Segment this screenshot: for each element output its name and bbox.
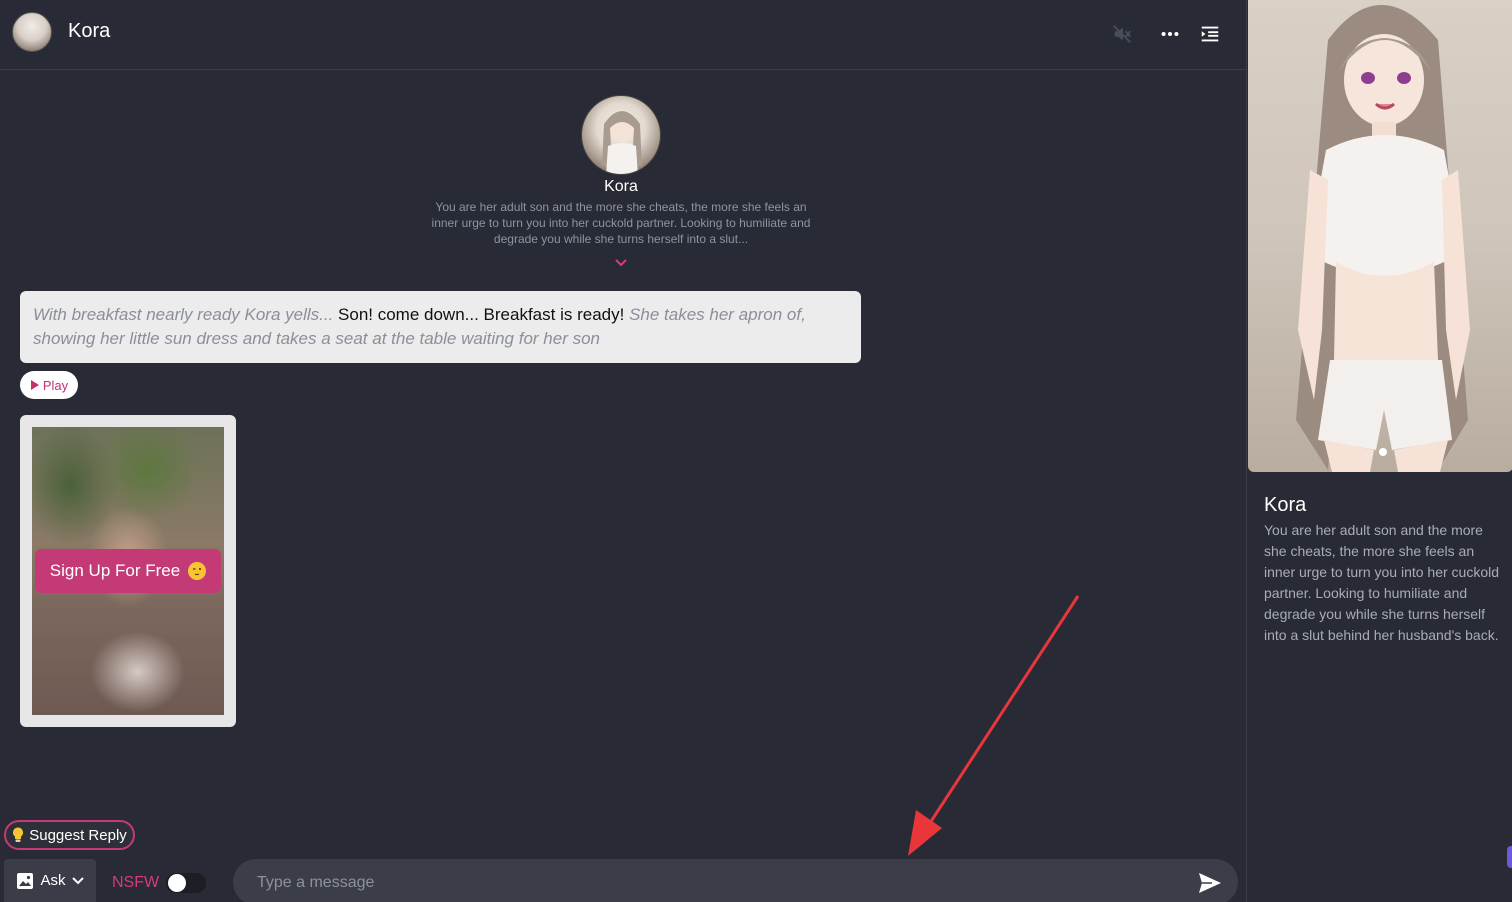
play-icon: [30, 380, 39, 390]
header-avatar[interactable]: [12, 12, 52, 52]
toggle-knob: [168, 874, 186, 892]
wink-emoji-icon: [188, 562, 207, 580]
volume-mute-icon[interactable]: [1108, 20, 1136, 48]
ask-image-dropdown[interactable]: Ask: [4, 859, 96, 902]
play-label: Play: [42, 377, 69, 393]
side-edge-tab[interactable]: [1507, 846, 1512, 868]
more-icon[interactable]: [1156, 20, 1184, 48]
nsfw-toggle[interactable]: [166, 873, 206, 893]
message-composer: [233, 859, 1238, 902]
chat-main: Kora Kora You are her adult son and the …: [0, 0, 1246, 902]
intro-name: Kora: [604, 178, 638, 195]
menu-collapse-icon[interactable]: [1196, 20, 1224, 48]
intro-avatar: [581, 95, 661, 175]
character-portrait[interactable]: [1248, 0, 1512, 472]
chevron-down-icon: [71, 876, 84, 884]
message-action: With breakfast nearly ready Kora yells..…: [33, 305, 339, 324]
header-title: Kora: [68, 20, 111, 42]
message-input[interactable]: [257, 869, 1157, 897]
sign-up-button[interactable]: Sign Up For Free: [35, 549, 221, 593]
play-button[interactable]: Play: [20, 371, 78, 399]
message-speech: Son! come down... Breakfast is ready!: [338, 305, 630, 324]
nsfw-label: NSFW: [112, 874, 160, 891]
annotation-arrow: [908, 595, 1080, 856]
expand-chevron-icon[interactable]: [612, 256, 630, 270]
message-bubble: With breakfast nearly ready Kora yells..…: [20, 291, 861, 363]
carousel-dot[interactable]: [1379, 448, 1387, 456]
intro-description: You are her adult son and the more she c…: [431, 200, 811, 246]
sign-up-label: Sign Up For Free: [49, 561, 181, 580]
ask-label: Ask: [40, 872, 66, 889]
suggest-reply-button[interactable]: Suggest Reply: [4, 820, 135, 850]
send-icon[interactable]: [1197, 871, 1223, 895]
image-icon: [17, 872, 34, 889]
side-character-name: Kora: [1264, 494, 1307, 516]
suggest-reply-label: Suggest Reply: [29, 826, 127, 844]
character-side-panel: Kora You are her adult son and the more …: [1246, 0, 1512, 902]
chat-header: Kora: [0, 0, 1246, 70]
side-character-description: You are her adult son and the more she c…: [1264, 522, 1500, 643]
lightbulb-icon: [13, 827, 24, 842]
